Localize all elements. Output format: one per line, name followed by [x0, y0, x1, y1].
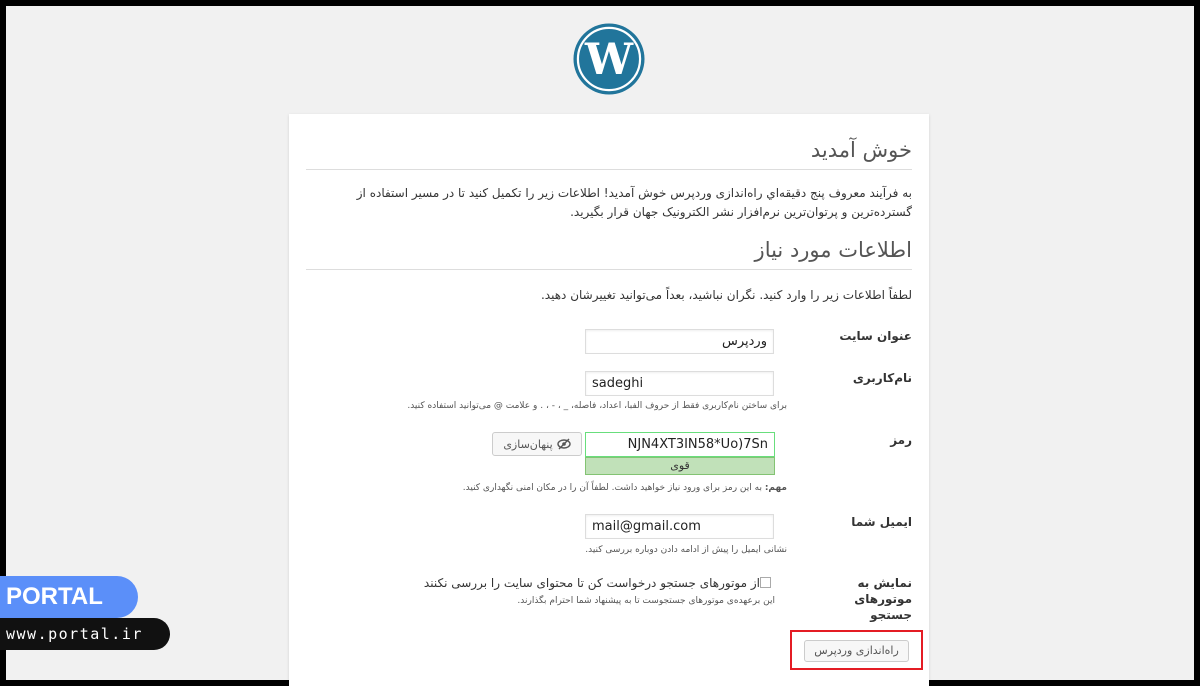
- username-hint: برای ساختن نام‌کاربری فقط از حروف الفبا،…: [407, 401, 787, 411]
- welcome-title: خوش آمدید: [306, 138, 912, 170]
- username-label: نام‌کاربری: [852, 371, 912, 385]
- install-wordpress-button[interactable]: راه‌اندازی وردپرس: [804, 640, 909, 662]
- info-instructions: لطفاً اطلاعات زیر را وارد کنید. نگران نب…: [540, 288, 912, 302]
- search-visibility-hint: این برعهده‌ی موتورهای جستجوست تا به پیشن…: [517, 596, 775, 606]
- email-hint: نشانی ایمیل را پیش از ادامه دادن دوباره …: [585, 545, 787, 555]
- submit-highlight-box: راه‌اندازی وردپرس: [790, 630, 923, 670]
- search-visibility-label: نمایش به موتورهای جستجو: [854, 576, 912, 622]
- hide-password-label: پنهان‌سازی: [503, 437, 553, 451]
- site-title-label: عنوان سایت: [839, 329, 912, 343]
- password-label: رمز: [890, 433, 912, 447]
- hide-password-button[interactable]: پنهان‌سازی: [492, 432, 582, 456]
- password-strength-meter: قوی: [585, 457, 775, 475]
- email-input[interactable]: mail@gmail.com: [585, 514, 774, 539]
- portal-watermark-badge: PORTAL: [0, 576, 138, 618]
- search-visibility-checkbox[interactable]: [760, 577, 771, 588]
- password-note-bold: مهم:: [764, 483, 787, 493]
- username-input[interactable]: sadeghi: [585, 371, 774, 396]
- wordpress-logo-icon: W: [573, 23, 645, 95]
- site-title-input[interactable]: وردپرس: [585, 329, 774, 354]
- info-title: اطلاعات مورد نیاز: [306, 238, 912, 270]
- install-form-card: خوش آمدید به فرآیند معروف پنج دقیقه‌اي ر…: [289, 114, 929, 686]
- eye-slash-icon: [556, 438, 571, 450]
- portal-watermark-url: www.portal.ir: [0, 618, 170, 650]
- password-input[interactable]: NJN4XT3IN58*Uo)7Sn: [585, 432, 775, 457]
- welcome-intro: به فرآیند معروف پنج دقیقه‌اي راه‌اندازی …: [356, 186, 912, 219]
- password-note-text: به این رمز برای ورود نیاز خواهید داشت. ل…: [462, 483, 765, 493]
- email-label: ایمیل شما: [851, 515, 912, 529]
- password-note: مهم: به این رمز برای ورود نیاز خواهید دا…: [317, 482, 787, 494]
- search-visibility-checkbox-label[interactable]: از موتورهای جستجو درخواست کن تا محتوای س…: [320, 576, 760, 590]
- svg-text:W: W: [584, 35, 634, 85]
- page-background: W خوش آمدید به فرآیند معروف پنج دقیقه‌اي…: [6, 6, 1194, 686]
